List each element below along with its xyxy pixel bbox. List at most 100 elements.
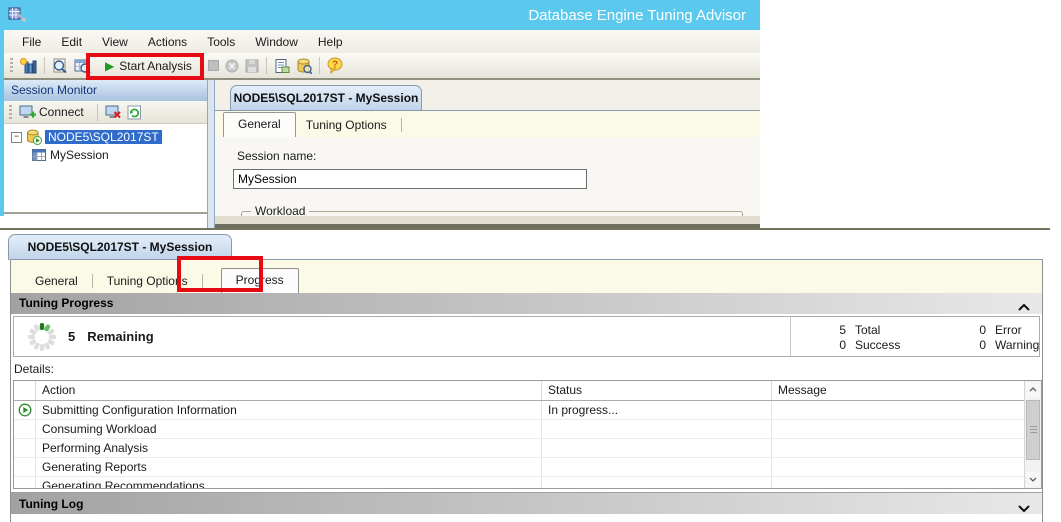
action-cell: Submitting Configuration Information [36,401,542,419]
message-cell [772,439,1026,457]
toolbar-grip[interactable] [10,58,13,73]
svg-text:?: ? [332,60,338,71]
remaining-counter: 5 Remaining [68,317,154,356]
refresh-button[interactable] [124,103,145,122]
menu-item-file[interactable]: File [12,32,51,52]
help-button[interactable]: ? [324,55,346,76]
cancel-icon [225,59,239,73]
save-button[interactable] [242,57,262,75]
table-row[interactable]: Performing Analysis [14,439,1041,458]
menu-item-actions[interactable]: Actions [138,32,197,52]
menu-item-tools[interactable]: Tools [197,32,245,52]
action-cell: Performing Analysis [36,439,542,457]
tree-item-session[interactable]: MySession [4,146,207,164]
session-tree: − NODE5\SQL2017ST MySession [4,124,207,214]
scroll-up-button[interactable] [1026,382,1040,397]
tab-general[interactable]: General [223,112,296,137]
menu-item-edit[interactable]: Edit [51,32,92,52]
row-status-cell [14,401,36,419]
document-tab[interactable]: NODE5\SQL2017ST - MySession [230,85,422,111]
table-row[interactable]: Generating Recommendations [14,477,1041,489]
cancel-button[interactable] [222,57,242,75]
open-session-button[interactable] [49,56,71,76]
tree-session-label: MySession [50,148,109,162]
tab-separator [401,118,402,132]
tab-progress[interactable]: Progress [221,268,299,293]
new-session-icon [20,58,37,74]
tab-separator [202,274,203,288]
table-row[interactable]: Submitting Configuration Information In … [14,401,1041,420]
start-analysis-label: Start Analysis [119,59,202,73]
screenshot-cut-edge [215,216,760,228]
connect-label: Connect [39,105,84,119]
tab-tuning-options[interactable]: Tuning Options [296,114,397,137]
tuning-progress-title: Tuning Progress [19,296,113,310]
session-name-input[interactable] [233,169,587,189]
column-header-action[interactable]: Action [36,381,542,400]
collapse-chevron-icon[interactable] [1018,297,1030,318]
play-icon: ▶ [105,59,114,73]
disconnect-button[interactable] [102,102,124,122]
tune-database-button[interactable] [293,56,315,76]
column-header-icon [14,381,36,400]
database-server-icon [26,129,42,145]
top-tab-panel: General Tuning Options Session name: Wor… [215,110,760,216]
scroll-thumb[interactable] [1026,400,1040,460]
tuning-log-header[interactable]: Tuning Log [11,492,1042,514]
view-reports-button[interactable] [71,56,94,76]
table-row[interactable]: Consuming Workload [14,420,1041,439]
stat-success: 0 Success [830,337,970,352]
vertical-scrollbar[interactable] [1024,381,1041,488]
clone-session-button[interactable] [271,56,293,76]
scroll-down-button[interactable] [1026,472,1040,487]
tree-item-server[interactable]: − NODE5\SQL2017ST [4,128,207,146]
status-cell [542,458,772,476]
toolbar-separator [97,104,98,121]
new-session-button[interactable] [17,56,40,76]
tuning-progress-header[interactable]: Tuning Progress [11,293,1042,314]
action-cell: Consuming Workload [36,420,542,438]
session-monitor-title: Session Monitor [11,83,97,97]
toolbar-separator [266,57,267,74]
tab-general[interactable]: General [25,270,88,293]
remaining-count: 5 [68,329,75,344]
stop-analysis-button[interactable] [205,58,222,73]
grid-header-row: Action Status Message [14,381,1041,401]
row-status-cell [14,420,36,438]
column-header-message[interactable]: Message [772,381,1026,400]
expand-chevron-icon[interactable] [1018,497,1030,519]
start-analysis-button[interactable]: ▶ Start Analysis [94,57,205,75]
document-tab-title: NODE5\SQL2017ST - MySession [234,91,419,105]
status-cell: In progress... [542,401,772,419]
details-grid: Action Status Message Submitting Configu… [13,380,1042,489]
stop-icon [208,60,219,71]
clone-session-icon [274,58,290,74]
tab-separator [92,274,93,288]
stat-warning: 0 Warning [970,337,1061,352]
stat-total: 5 Total [830,322,970,337]
toolbar-separator [44,57,45,74]
table-row[interactable]: Generating Reports [14,458,1041,477]
details-label: Details: [14,362,54,376]
app-icon[interactable] [8,5,26,26]
menu-item-help[interactable]: Help [308,32,353,52]
open-session-icon [52,58,68,74]
tree-expander-icon[interactable]: − [11,132,22,143]
message-cell [772,458,1026,476]
tab-tuning-options[interactable]: Tuning Options [97,270,198,293]
document-tab[interactable]: NODE5\SQL2017ST - MySession [8,234,232,260]
connect-button[interactable]: Connect [16,102,93,122]
message-cell [772,420,1026,438]
row-status-cell [14,477,36,489]
status-cell [542,439,772,457]
document-tab-title: NODE5\SQL2017ST - MySession [28,240,213,254]
menu-item-window[interactable]: Window [245,32,308,52]
column-header-status[interactable]: Status [542,381,772,400]
general-page: Session name: Workload [215,137,760,217]
progress-tab-panel: General Tuning Options Progress Tuning P… [10,259,1043,522]
toolbar-grip[interactable] [9,105,12,120]
panel-splitter[interactable] [207,80,215,228]
in-progress-icon [18,403,32,417]
menu-item-view[interactable]: View [92,32,138,52]
progress-spinner-icon [26,321,58,356]
